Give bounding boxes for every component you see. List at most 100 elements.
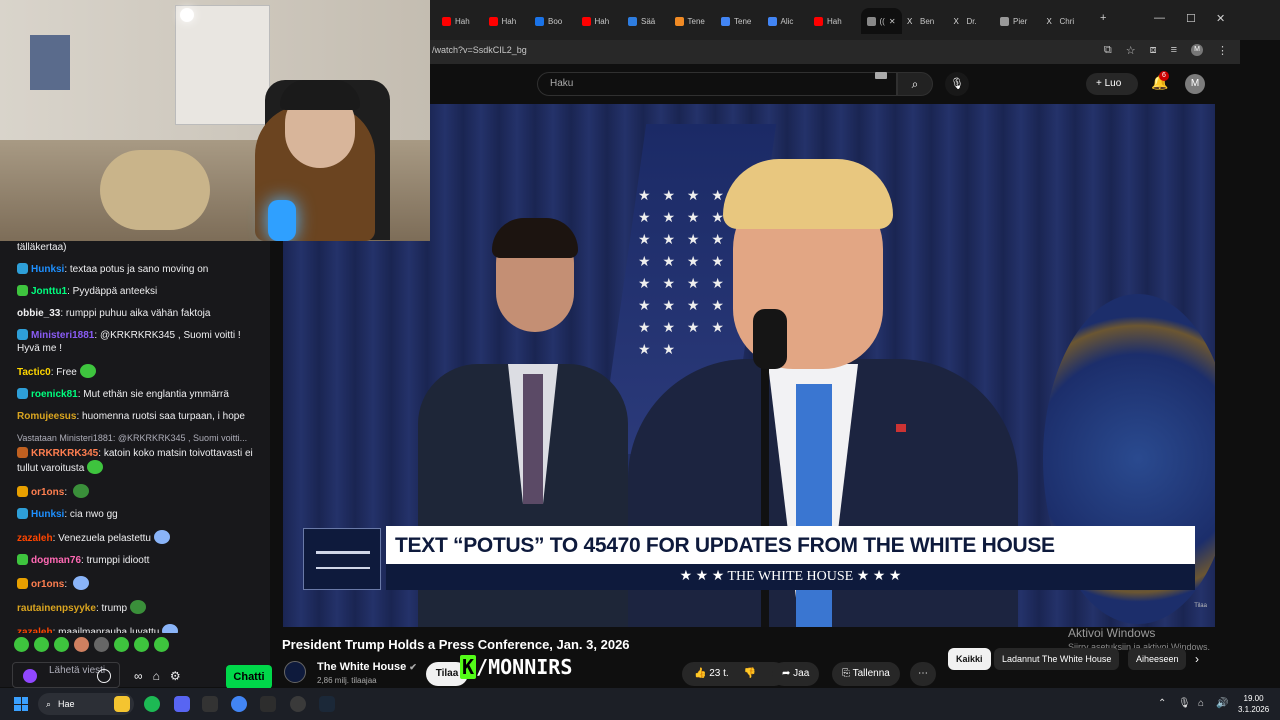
spotify-icon[interactable]	[144, 696, 160, 712]
chip-all[interactable]: Kaikki	[948, 648, 991, 670]
new-tab-button[interactable]: +	[1100, 12, 1106, 24]
webcam-streamer-cap	[280, 80, 360, 110]
create-button[interactable]: + Luo	[1086, 73, 1138, 95]
save-button[interactable]: ⎘ Tallenna	[832, 662, 900, 686]
chrome-icon[interactable]	[231, 696, 247, 712]
chat-username[interactable]: Ministeri1881	[31, 330, 94, 341]
file-explorer-icon[interactable]	[114, 696, 130, 712]
chat-username[interactable]: Tactic0	[17, 367, 51, 378]
channel-name[interactable]: The White House ✔	[317, 661, 417, 673]
maximize-button[interactable]: ☐	[1186, 12, 1196, 25]
emote-1[interactable]	[14, 637, 29, 652]
address-bar[interactable]: /watch?v=SsdkCIL2_bg ⧉ ☆ ⧈ ≡ M ⋮	[430, 40, 1240, 64]
chat-text: Mut ethän sie englantia ymmärrä	[83, 389, 229, 400]
more-actions-button[interactable]: ⋯	[910, 662, 936, 686]
tray-volume-icon[interactable]: 🔊	[1216, 698, 1228, 709]
menu-kebab-icon[interactable]: ⋮	[1217, 44, 1228, 57]
chip-uploaded-by[interactable]: Ladannut The White House	[994, 648, 1120, 670]
browser-tab-label: Hah	[501, 16, 517, 26]
voice-search-button[interactable]: 🎙	[945, 72, 969, 96]
emote-7[interactable]	[134, 637, 149, 652]
profile-avatar-small[interactable]: M	[1191, 44, 1203, 56]
chat-badge-icon	[17, 388, 28, 399]
store-icon[interactable]: ⌂	[153, 669, 160, 683]
chat-username[interactable]: KRKRKRK345	[31, 448, 98, 459]
like-button[interactable]: 👍 23 t. 👎	[682, 662, 786, 686]
browser-tab[interactable]: Tene	[674, 8, 705, 34]
emote-4[interactable]	[74, 637, 89, 652]
url-text[interactable]: /watch?v=SsdkCIL2_bg	[432, 45, 527, 55]
browser-tab[interactable]: Boo	[535, 8, 562, 34]
close-window-button[interactable]: ✕	[1216, 12, 1225, 25]
bits-icon[interactable]: ∞	[134, 669, 143, 683]
account-avatar[interactable]: M	[1185, 74, 1205, 94]
browser-tab[interactable]: X Chri	[1047, 8, 1075, 34]
chat-username[interactable]: rautainenpsyyke	[17, 603, 96, 614]
chat-username[interactable]: roenick81	[31, 389, 78, 400]
chat-username[interactable]: Jonttu1	[31, 286, 67, 297]
x-app-icon[interactable]	[202, 696, 218, 712]
thumbs-down-icon[interactable]: 👎	[743, 668, 755, 679]
emote-8[interactable]	[154, 637, 169, 652]
browser-tab[interactable]: X Ben	[907, 8, 934, 34]
chat-message-input[interactable]: Lähetä viesti	[12, 662, 120, 688]
close-tab-icon[interactable]: ✕	[889, 17, 896, 26]
white-house-logo-icon	[303, 528, 381, 590]
speaker-flag-pin	[896, 424, 906, 432]
discord-icon[interactable]	[174, 696, 190, 712]
chat-username[interactable]: zazaleh	[17, 533, 53, 544]
channel-avatar[interactable]	[284, 661, 306, 683]
search-button[interactable]: ⌕	[897, 72, 933, 96]
browser-tab[interactable]: Tene	[721, 8, 751, 34]
browser-tab[interactable]: Sää	[628, 8, 655, 34]
chat-username[interactable]: Romujeesus	[17, 411, 76, 422]
minimize-button[interactable]: —	[1154, 12, 1165, 24]
emote-2[interactable]	[34, 637, 49, 652]
speaker-icon	[866, 16, 876, 26]
browser-tab[interactable]: Pier	[1000, 8, 1027, 34]
app-icon-r[interactable]	[260, 696, 276, 712]
extensions-icon[interactable]: ⧈	[1150, 44, 1157, 57]
screen: + — ☐ ✕ Hah Hah Boo Hah Sää Tene Tene Alic Hah ((…	[0, 0, 1280, 720]
tray-network-icon[interactable]: ⌂	[1198, 698, 1204, 709]
chat-username[interactable]: or1ons	[31, 487, 64, 498]
obs-icon[interactable]	[290, 696, 306, 712]
share-button[interactable]: ➦ Jaa	[772, 662, 820, 686]
browser-tab[interactable]: Alic	[767, 8, 793, 34]
cast-icon[interactable]: ⧉	[1104, 44, 1112, 57]
browser-tab[interactable]: ((✕	[860, 8, 902, 34]
chip-related[interactable]: Aiheeseen	[1128, 648, 1186, 670]
chat-username[interactable]: zazaleh	[17, 627, 53, 633]
chat-username[interactable]: dogman76	[31, 555, 81, 566]
chat-emote-icon	[72, 484, 89, 498]
chat-username[interactable]: or1ons	[31, 579, 64, 590]
media-control-icon[interactable]: ≡	[1171, 44, 1177, 57]
chat-username[interactable]: obbie_33	[17, 308, 60, 319]
tray-mic-icon[interactable]: 🎙	[1178, 698, 1191, 709]
chat-text: Free	[56, 367, 77, 378]
steam-icon[interactable]	[319, 696, 335, 712]
emote-5[interactable]	[94, 637, 109, 652]
mic-icon[interactable]	[23, 669, 37, 683]
browser-tab[interactable]: Hah	[581, 8, 609, 34]
chips-next-arrow-icon[interactable]: ›	[1195, 652, 1199, 666]
search-input[interactable]: Haku	[537, 72, 897, 96]
windows-start-icon[interactable]	[14, 697, 28, 711]
emote-6[interactable]	[114, 637, 129, 652]
browser-tab[interactable]: X Dr.	[954, 8, 977, 34]
emote-3[interactable]	[54, 637, 69, 652]
chat-username[interactable]: Hunksi	[31, 509, 64, 520]
tray-chevron-icon[interactable]: ⌃	[1158, 698, 1166, 709]
browser-tab[interactable]: Hah	[488, 8, 517, 34]
bookmark-star-icon[interactable]: ☆	[1126, 44, 1136, 57]
browser-tab[interactable]: Hah	[442, 8, 470, 34]
keyboard-icon[interactable]	[875, 72, 887, 79]
emoji-icon[interactable]	[97, 669, 111, 683]
chat-message: or1ons:	[17, 576, 262, 591]
taskbar-clock[interactable]: 19.00 3.1.2026	[1238, 693, 1269, 715]
chat-message-list[interactable]: tälläkertaa) Hunksi: textaa potus ja sano…	[0, 241, 270, 633]
chat-username[interactable]: Hunksi	[31, 264, 64, 275]
settings-gear-icon[interactable]: ⚙	[170, 669, 181, 683]
chat-send-button[interactable]: Chatti	[226, 665, 272, 689]
browser-tab[interactable]: Hah	[814, 8, 842, 34]
